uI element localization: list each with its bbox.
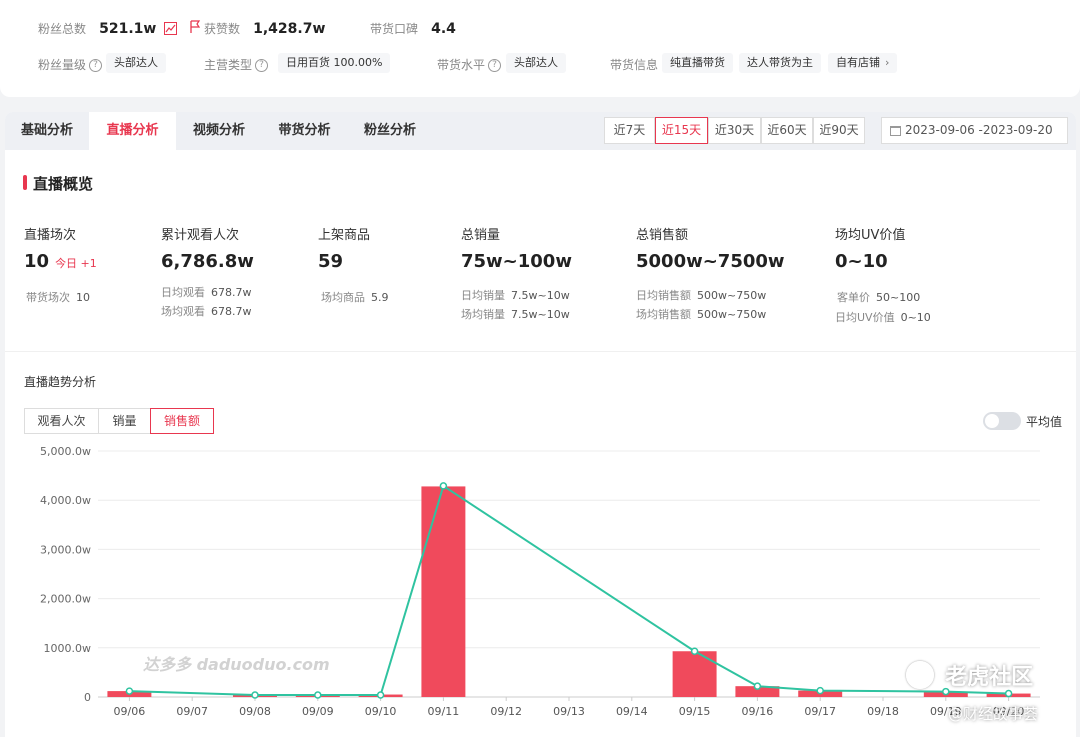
metric-title: 直播场次 bbox=[24, 228, 77, 243]
metric-sub: 日均销售额 500w~750w bbox=[636, 289, 767, 302]
range-30d[interactable]: 近30天 bbox=[708, 117, 761, 144]
fans-level-tag: 头部达人 bbox=[106, 53, 166, 73]
reputation-stat: 带货口碑 4.4 bbox=[370, 18, 456, 37]
metric-title: 总销量 bbox=[461, 228, 501, 243]
chart-watermark: 达多多 daduoduo.com bbox=[143, 655, 330, 674]
metric-sub: 场均观看 678.7w bbox=[161, 305, 252, 318]
metric-sub: 场均商品 5.9 bbox=[321, 291, 389, 304]
sales-info-tag: 纯直播带货 bbox=[662, 53, 733, 73]
metric-value: 59 bbox=[318, 251, 344, 272]
help-icon[interactable]: ? bbox=[488, 59, 502, 72]
overview-title: 直播概览 bbox=[33, 175, 94, 193]
tab-live[interactable]: 直播分析 bbox=[89, 112, 176, 150]
sales-level-tag: 头部达人 bbox=[506, 53, 566, 73]
metric-sub: 日均销量 7.5w~10w bbox=[461, 289, 570, 302]
toggle-knob bbox=[985, 414, 999, 428]
corner-watermark-sub: @财经故事荟 bbox=[948, 705, 1039, 723]
metric-sub: 场均销量 7.5w~10w bbox=[461, 308, 570, 321]
range-90d[interactable]: 近90天 bbox=[813, 117, 865, 144]
metric-sub: 客单价 50~100 bbox=[837, 291, 921, 304]
metric-title: 累计观看人次 bbox=[161, 228, 240, 243]
chevron-right-icon: › bbox=[885, 56, 890, 69]
tab-basic[interactable]: 基础分析 bbox=[5, 112, 89, 150]
average-toggle-label: 平均值 bbox=[1026, 415, 1063, 429]
tiger-logo-icon bbox=[906, 661, 934, 689]
fans-label: 粉丝总数 bbox=[38, 22, 87, 36]
date-range-text: 2023-09-06 -2023-09-20 bbox=[905, 123, 1053, 137]
reputation-label: 带货口碑 bbox=[370, 22, 419, 36]
help-icon[interactable]: ? bbox=[89, 59, 103, 72]
metric-value: 6,786.8w bbox=[161, 251, 254, 272]
likes-value: 1,428.7w bbox=[253, 21, 326, 37]
range-15d[interactable]: 近15天 bbox=[655, 117, 708, 144]
metric-tab-views[interactable]: 观看人次 bbox=[24, 408, 99, 434]
profile-card: 粉丝总数 521.1w 获赞数 1,428.7w 带货口碑 4.4 粉丝量级? … bbox=[0, 0, 1080, 97]
trend-title: 直播趋势分析 bbox=[24, 375, 97, 389]
metric-value: 0~10 bbox=[835, 251, 888, 272]
today-increment: 今日 +1 bbox=[55, 257, 97, 270]
metric-title: 场均UV价值 bbox=[835, 228, 906, 243]
range-7d[interactable]: 近7天 bbox=[604, 117, 655, 144]
range-60d[interactable]: 近60天 bbox=[761, 117, 813, 144]
main-type-tag: 日用百货 100.00% bbox=[278, 53, 391, 73]
tab-fans[interactable]: 粉丝分析 bbox=[347, 112, 433, 150]
metric-sub: 场均销售额 500w~750w bbox=[636, 308, 767, 321]
metric-sub: 日均UV价值 0~10 bbox=[835, 311, 931, 324]
divider bbox=[5, 351, 1076, 352]
main-type-label: 主营类型? bbox=[204, 56, 269, 73]
metric-sub: 带货场次 10 bbox=[26, 291, 90, 304]
fans-level-label: 粉丝量级? bbox=[38, 56, 103, 73]
section-marker bbox=[23, 175, 27, 190]
metric-title: 上架商品 bbox=[318, 228, 371, 243]
metric-value: 5000w~7500w bbox=[636, 251, 785, 272]
date-range-picker[interactable]: 2023-09-06 -2023-09-20 bbox=[881, 117, 1068, 144]
help-icon[interactable]: ? bbox=[255, 59, 269, 72]
average-toggle[interactable] bbox=[983, 412, 1021, 430]
metric-value: 75w~100w bbox=[461, 251, 572, 272]
sales-info-tag: 达人带货为主 bbox=[739, 53, 821, 73]
likes-label: 获赞数 bbox=[204, 22, 241, 36]
sales-info-label: 带货信息 bbox=[610, 58, 659, 72]
own-store-link[interactable]: 自有店铺 › bbox=[828, 53, 898, 73]
likes-stat: 获赞数 1,428.7w bbox=[204, 18, 325, 37]
metric-title: 总销售额 bbox=[636, 228, 689, 243]
flag-icon[interactable] bbox=[189, 19, 201, 38]
trend-chart-icon[interactable] bbox=[164, 22, 178, 35]
reputation-value: 4.4 bbox=[431, 21, 456, 37]
sales-level-label: 带货水平? bbox=[437, 56, 502, 73]
fans-value: 521.1w bbox=[99, 21, 157, 37]
fans-stat: 粉丝总数 521.1w bbox=[38, 18, 201, 38]
metric-tab-volume[interactable]: 销量 bbox=[98, 408, 151, 434]
tab-video[interactable]: 视频分析 bbox=[176, 112, 262, 150]
calendar-icon bbox=[890, 125, 901, 136]
metric-tab-revenue[interactable]: 销售额 bbox=[150, 408, 214, 434]
metric-sub: 日均观看 678.7w bbox=[161, 286, 252, 299]
corner-watermark: 老虎社区 bbox=[906, 659, 1033, 691]
tab-sales[interactable]: 带货分析 bbox=[262, 112, 347, 150]
metric-value: 10 今日 +1 bbox=[24, 251, 97, 272]
